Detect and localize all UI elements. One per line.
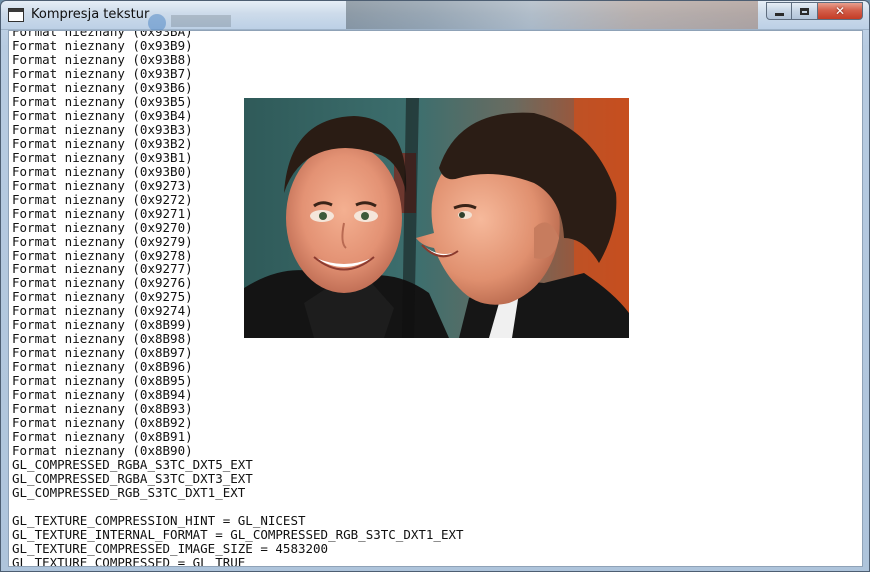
maximize-icon [800,7,809,15]
console-line: GL_TEXTURE_COMPRESSED_IMAGE_SIZE = 45832… [12,540,329,556]
console-line: GL_TEXTURE_COMPRESSION_HINT = GL_NICEST [12,512,306,528]
close-icon: ✕ [834,4,846,18]
console-line: Format nieznany (0x8B91) [12,429,193,445]
console-line: Format nieznany (0x8B93) [12,401,193,417]
texture-preview-image [244,98,629,338]
console-line: Format nieznany (0x93B6) [12,79,193,95]
console-line: GL_COMPRESSED_RGBA_S3TC_DXT3_EXT [12,471,253,486]
console-line: GL_TEXTURE_INTERNAL_FORMAT = GL_COMPRESS… [12,526,464,542]
minimize-icon [774,13,784,16]
title-bar[interactable]: Kompresja tekstur ✕ [1,1,869,32]
console-line: Format nieznany (0x8B95) [12,373,193,389]
maximize-button[interactable] [792,2,818,20]
console-line: Format nieznany (0x8B97) [12,345,193,361]
console-line: Format nieznany (0x93B7) [12,65,193,81]
console-line: GL_COMPRESSED_RGBA_S3TC_DXT5_EXT [12,457,253,473]
console-line: Format nieznany (0x8B92) [12,415,193,431]
console-line: Format nieznany (0x93B8) [12,51,193,67]
close-button[interactable]: ✕ [818,2,863,20]
background-app-label [171,15,231,27]
console-line: GL_COMPRESSED_RGB_S3TC_DXT1_EXT [12,484,246,500]
console-line: Format nieznany (0x8B94) [12,387,193,403]
app-window: Kompresja tekstur ✕ Format nieznany (0x9… [0,0,870,572]
window-title: Kompresja tekstur [31,7,150,22]
app-icon[interactable] [8,8,24,22]
window-controls: ✕ [766,2,863,21]
photo-wax-figures-icon [244,98,629,338]
console-line: Format nieznany (0x93B9) [12,37,193,53]
console-client-area[interactable]: Format nieznany (0x93BA) Format nieznany … [8,30,863,567]
background-window-glass [346,1,758,29]
console-line: Format nieznany (0x8B96) [12,359,193,375]
console-line: Format nieznany (0x8B90) [12,443,193,459]
console-line: GL_TEXTURE_COMPRESSED = GL_TRUE [12,554,246,567]
minimize-button[interactable] [766,2,792,20]
